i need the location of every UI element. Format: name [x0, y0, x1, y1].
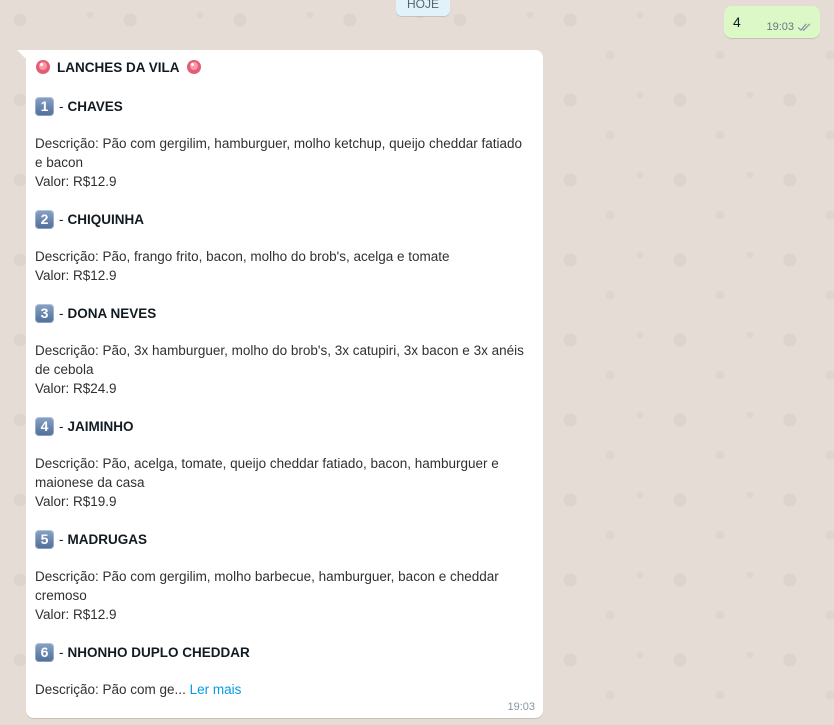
siren-icon	[36, 60, 50, 74]
menu-item: 1 - CHAVES Descrição: Pão com gergilim, …	[35, 95, 525, 191]
item-price: Valor: R$24.9	[35, 381, 117, 396]
siren-icon	[186, 60, 201, 74]
truncated-text: Descrição: Pão com ge...	[35, 682, 186, 697]
item-name: MADRUGAS	[67, 531, 148, 547]
menu-title: LANCHES DA VILA	[57, 59, 180, 75]
item-title: 3 - DONA NEVES	[35, 302, 525, 324]
item-title: 6 - NHONHO DUPLO CHEDDAR	[35, 641, 525, 663]
item-description-truncated: Descrição: Pão com ge... Ler mais	[35, 680, 525, 699]
read-more-link[interactable]: Ler mais	[190, 682, 242, 697]
keycap-number-icon: 5	[35, 529, 54, 549]
item-title: 2 - CHIQUINHA	[35, 208, 525, 230]
item-price: Valor: R$12.9	[35, 174, 117, 189]
outgoing-message-time: 19:03	[766, 21, 794, 33]
item-dash: -	[59, 531, 64, 547]
keycap-number-icon: 2	[35, 209, 54, 229]
menu-item: 6 - NHONHO DUPLO CHEDDAR Descrição: Pão …	[35, 641, 525, 699]
keycap-number-icon: 1	[35, 96, 54, 116]
item-price: Valor: R$12.9	[35, 268, 117, 283]
outgoing-message-meta: 19:03	[766, 21, 812, 33]
item-description: Descrição: Pão, 3x hamburguer, molho do …	[35, 343, 524, 377]
menu-item: 4 - JAIMINHO Descrição: Pão, acelga, tom…	[35, 415, 525, 511]
item-dash: -	[59, 305, 64, 321]
item-description: Descrição: Pão com gergilim, hamburguer,…	[35, 136, 523, 170]
item-title: 5 - MADRUGAS	[35, 528, 525, 550]
menu-item: 5 - MADRUGAS Descrição: Pão com gergilim…	[35, 528, 525, 624]
outgoing-message[interactable]: 4 19:03	[724, 6, 820, 38]
outgoing-message-text: 4	[733, 14, 741, 30]
menu-item: 3 - DONA NEVES Descrição: Pão, 3x hambur…	[35, 302, 525, 398]
item-price: Valor: R$12.9	[35, 607, 117, 622]
item-name: CHAVES	[67, 98, 123, 114]
item-name: DONA NEVES	[67, 305, 157, 321]
item-title: 4 - JAIMINHO	[35, 415, 525, 437]
incoming-message[interactable]: LANCHES DA VILA 1 - CHAVES Descrição: Pã…	[26, 50, 543, 718]
menu-header: LANCHES DA VILA	[35, 56, 525, 78]
item-name: JAIMINHO	[67, 418, 134, 434]
item-title: 1 - CHAVES	[35, 95, 525, 117]
item-price: Valor: R$19.9	[35, 494, 117, 509]
item-description: Descrição: Pão, acelga, tomate, queijo c…	[35, 456, 499, 490]
menu-item: 2 - CHIQUINHA Descrição: Pão, frango fri…	[35, 208, 525, 285]
item-name: NHONHO DUPLO CHEDDAR	[67, 644, 250, 660]
item-description: Descrição: Pão, frango frito, bacon, mol…	[35, 249, 450, 264]
keycap-number-icon: 4	[35, 416, 54, 436]
item-dash: -	[59, 211, 64, 227]
item-dash: -	[59, 644, 64, 660]
incoming-message-time: 19:03	[507, 701, 535, 713]
item-dash: -	[59, 98, 64, 114]
item-description: Descrição: Pão com gergilim, molho barbe…	[35, 569, 499, 603]
keycap-number-icon: 6	[35, 642, 54, 662]
date-separator: HOJE	[396, 0, 450, 16]
item-dash: -	[59, 418, 64, 434]
item-name: CHIQUINHA	[67, 211, 145, 227]
keycap-number-icon: 3	[35, 303, 54, 323]
double-check-icon	[797, 23, 811, 32]
incoming-bubble-tail	[17, 50, 26, 59]
message-body: LANCHES DA VILA 1 - CHAVES Descrição: Pã…	[35, 56, 525, 699]
